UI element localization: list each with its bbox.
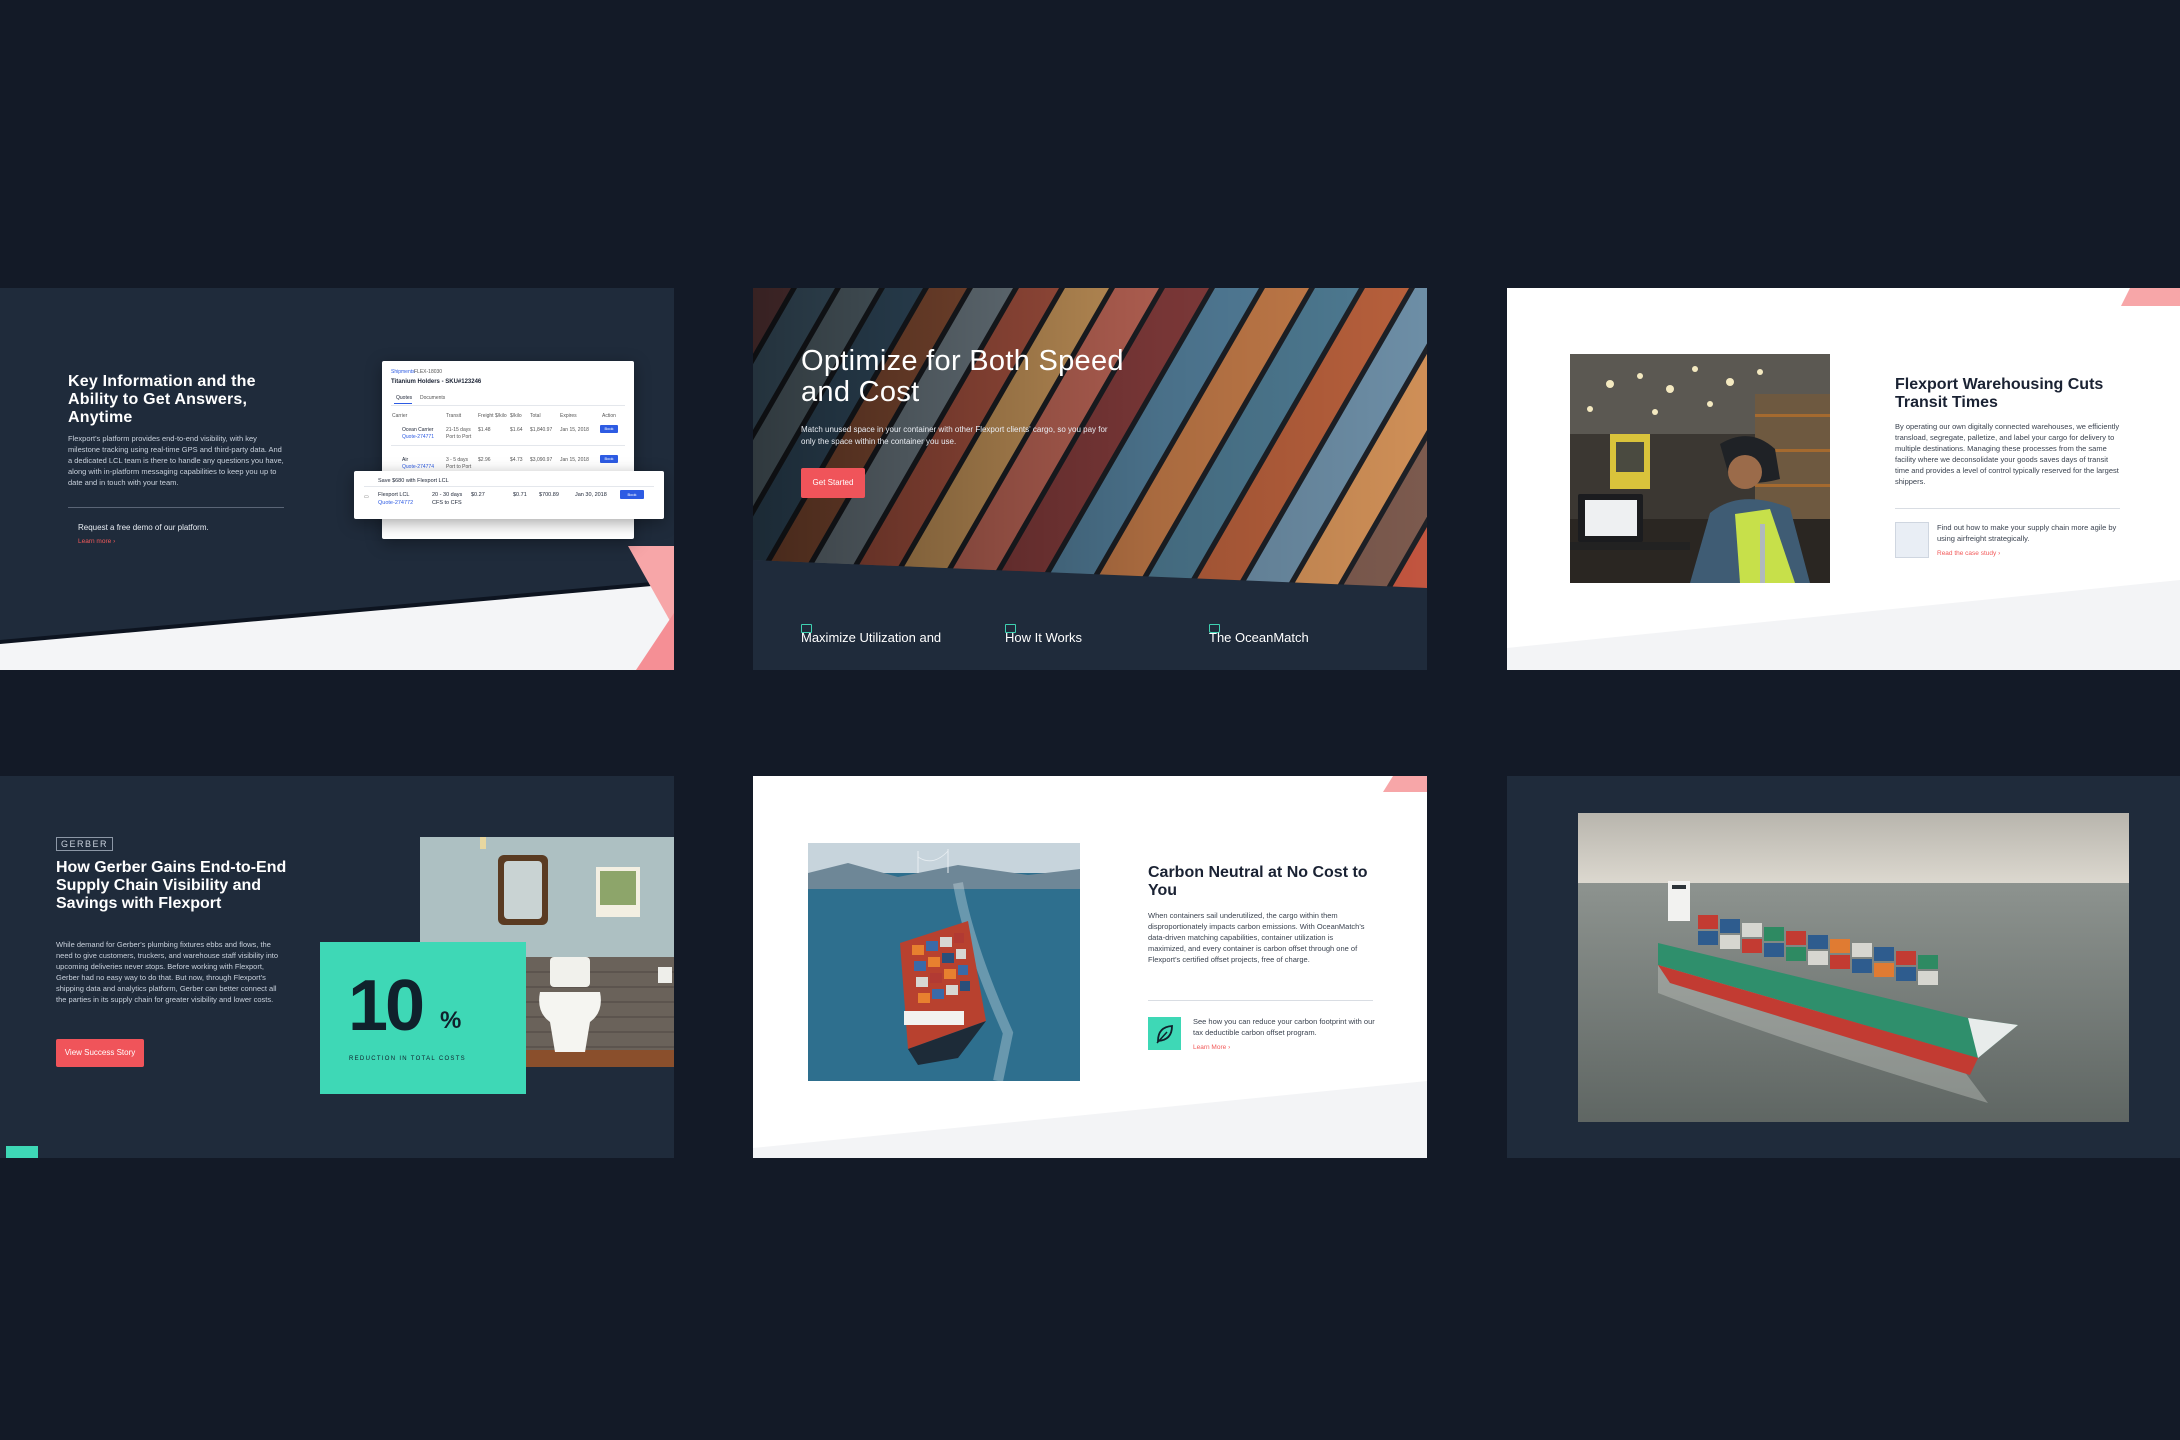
row1-book-button[interactable]: Book	[600, 425, 618, 433]
view-success-story-button[interactable]: View Success Story	[56, 1039, 144, 1067]
demo-text: Request a free demo of our platform.	[78, 523, 209, 532]
row2-per: $4.73	[510, 457, 523, 463]
row1-transit: 21-15 days	[446, 427, 471, 433]
popup-banner: Save $680 with Flexport LCL	[378, 478, 449, 484]
mock-subtab-documents[interactable]: Documents	[420, 395, 445, 401]
platform-panel: Key Information and the Ability to Get A…	[0, 288, 674, 670]
mock-subtab-quotes[interactable]: Quotes	[396, 395, 412, 401]
col-carrier: Carrier	[392, 413, 408, 419]
warehouse-worker-photo	[1570, 354, 1830, 583]
cargo-ship-sea-photo	[1578, 813, 2129, 1122]
popup-total: $700.89	[539, 492, 559, 498]
row1-carrier: Ocean Carrier	[402, 427, 434, 433]
section-title: Key Information and the Ability to Get A…	[68, 373, 256, 426]
row1-quote[interactable]: Quote-274771	[402, 434, 434, 440]
divider	[1148, 1000, 1373, 1001]
container-ship-photo	[808, 843, 1080, 1081]
popup-quote[interactable]: Quote-274772	[378, 500, 413, 506]
learn-more-link[interactable]: Learn more ›	[78, 538, 115, 545]
row1-total: $1,840.97	[530, 427, 553, 433]
mock-tab-shipments[interactable]: Shipments	[391, 369, 415, 375]
case-study-thumbnail[interactable]	[1895, 522, 1929, 558]
chevron-right-icon: ›	[1228, 1044, 1231, 1051]
leaf-icon	[1148, 1017, 1181, 1050]
popup-expires: Jan 30, 2018	[575, 492, 607, 498]
read-case-study-label: Read the case study	[1937, 550, 1997, 557]
hero-body: Match unused space in your container wit…	[801, 425, 1108, 446]
hero-title: Optimize for Both Speed and Cost	[801, 345, 1124, 408]
case-study-text: Find out how to make your supply chain m…	[1937, 523, 2117, 543]
row2-expires: Jan 15, 2018	[560, 457, 589, 463]
stat-card: 10 % REDUCTION IN TOTAL COSTS	[320, 942, 526, 1094]
section-body: While demand for Gerber's plumbing fixtu…	[56, 940, 279, 1004]
lcl-savings-popup: Save $680 with Flexport LCL ▭ Flexport L…	[354, 471, 664, 519]
divider	[68, 507, 284, 508]
gerber-case-study-panel: GERBER How Gerber Gains End-to-End Suppl…	[0, 776, 674, 1158]
col-freight: Freight $/kilo	[478, 413, 507, 419]
row2-carrier: Air	[402, 457, 409, 463]
chevron-right-icon: ›	[113, 538, 116, 545]
popup-transit: 20 - 30 days	[432, 492, 463, 498]
col-total: Total	[530, 413, 541, 419]
chevron-right-icon: ›	[1998, 550, 2001, 557]
row1-per: $1.64	[510, 427, 523, 433]
popup-freight: $0.27	[471, 492, 485, 498]
corner-accent	[6, 1146, 38, 1158]
learn-more-link[interactable]: Learn More ›	[1193, 1044, 1230, 1051]
col-transit: Transit	[446, 413, 462, 419]
feature-maximize-utilization[interactable]: Maximize Utilization and	[801, 630, 941, 645]
feature-how-it-works[interactable]: How It Works	[1005, 630, 1082, 645]
row1-route: Port to Port	[446, 434, 472, 440]
stat-unit: %	[440, 1007, 462, 1034]
mock-tab-flex[interactable]: FLEX-18030	[414, 369, 442, 375]
section-body: Flexport's platform provides end-to-end …	[68, 434, 284, 487]
active-tab-underline	[394, 403, 412, 404]
stat-label: REDUCTION IN TOTAL COSTS	[349, 1056, 466, 1062]
popup-carrier: Flexport LCL	[378, 492, 410, 498]
warehousing-panel: Flexport Warehousing Cuts Transit Times …	[1507, 288, 2180, 670]
col-action: Action	[602, 413, 616, 419]
row2-transit: 3 - 5 days	[446, 457, 468, 463]
learn-more-label: Learn More	[1193, 1044, 1227, 1051]
divider	[1895, 508, 2120, 509]
section-title: Flexport Warehousing Cuts Transit Times	[1895, 376, 2104, 411]
row2-route: Port to Port	[446, 464, 472, 470]
col-per-kilo: $/kilo	[510, 413, 522, 419]
row2-book-button[interactable]: Book	[600, 455, 618, 463]
oceanmatch-hero-panel: Optimize for Both Speed and Cost Match u…	[753, 288, 1427, 670]
mock-header: Titanium Holders - SKU#123246	[391, 379, 482, 385]
popup-book-button[interactable]: Book	[620, 490, 644, 499]
col-expires: Expires	[560, 413, 577, 419]
section-body: By operating our own digitally connected…	[1895, 422, 2120, 486]
ship-photo-panel	[1507, 776, 2180, 1158]
section-title: Carbon Neutral at No Cost to You	[1148, 864, 1368, 899]
learn-more-label: Learn more	[78, 538, 112, 545]
section-body: When containers sail underutilized, the …	[1148, 911, 1365, 964]
feature-oceanmatch[interactable]: The OceanMatch	[1209, 630, 1309, 645]
popup-route: CFS to CFS	[432, 500, 462, 506]
row1-expires: Jan 15, 2018	[560, 427, 589, 433]
section-title: How Gerber Gains End-to-End Supply Chain…	[56, 859, 287, 912]
get-started-button[interactable]: Get Started	[801, 468, 865, 498]
carbon-neutral-panel: Carbon Neutral at No Cost to You When co…	[753, 776, 1427, 1158]
row1-freight: $1.48	[478, 427, 491, 433]
row2-freight: $2.96	[478, 457, 491, 463]
popup-row-marker: ▭	[364, 494, 369, 500]
carbon-offset-text: See how you can reduce your carbon footp…	[1193, 1017, 1375, 1037]
gerber-logo: GERBER	[56, 837, 114, 851]
popup-per: $0.71	[513, 492, 527, 498]
row2-quote[interactable]: Quote-274774	[402, 464, 434, 470]
stat-value: 10	[348, 966, 425, 1046]
read-case-study-link[interactable]: Read the case study ›	[1937, 550, 2000, 557]
row2-total: $3,090.97	[530, 457, 553, 463]
